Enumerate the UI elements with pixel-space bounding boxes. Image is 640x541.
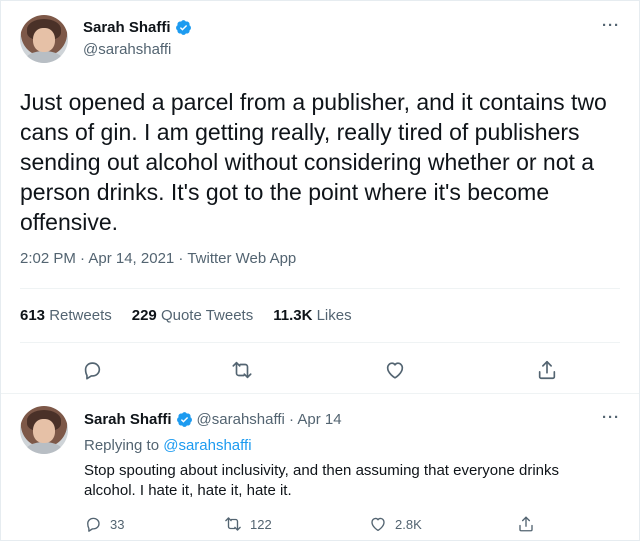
replying-to-handle[interactable]: @sarahshaffi — [163, 437, 251, 454]
share-icon[interactable] — [536, 359, 558, 381]
reply-header: Sarah Shaffi @sarahshaffi · Apr 14 — [84, 411, 342, 428]
reply-author-name[interactable]: Sarah Shaffi — [84, 411, 172, 428]
retweets-count: 613 — [20, 307, 46, 324]
retweet-icon — [225, 517, 241, 531]
tweet-stats: 613 Retweets 229 Quote Tweets 11.3K Like… — [20, 307, 352, 324]
divider — [20, 288, 620, 289]
reply-retweets-count: 122 — [250, 516, 272, 532]
reply-likes-count: 2.8K — [395, 516, 422, 532]
divider — [20, 342, 620, 343]
reply-share-button[interactable] — [517, 515, 535, 533]
replying-to-label: Replying to — [84, 437, 160, 454]
tweet-card: Sarah Shaffi @sarahshaffi ··· Just opene… — [0, 0, 640, 541]
retweets-stat[interactable]: 613 Retweets — [20, 307, 112, 324]
quote-tweets-label: Quote Tweets — [160, 307, 254, 324]
quote-tweets-stat[interactable]: 229 Quote Tweets — [132, 307, 253, 324]
reply-more-options-icon[interactable]: ··· — [602, 409, 620, 426]
likes-count: 11.3K — [273, 307, 313, 324]
retweets-label: Retweets — [49, 307, 112, 324]
likes-label: Likes — [316, 307, 352, 324]
tweet-text: Just opened a parcel from a publisher, a… — [20, 89, 607, 235]
reply-like-button[interactable]: 2.8K — [369, 515, 422, 533]
likes-stat[interactable]: 11.3K Likes — [273, 307, 351, 324]
divider — [1, 393, 639, 394]
author-name-row[interactable]: Sarah Shaffi — [83, 19, 192, 36]
reply-reply-button[interactable]: 33 — [84, 515, 124, 533]
reply-icon — [87, 517, 100, 532]
reply-icon[interactable] — [81, 359, 103, 381]
author-handle[interactable]: @sarahshaffi — [83, 41, 171, 58]
like-icon — [371, 517, 385, 532]
reply-replies-count: 33 — [110, 516, 125, 532]
tweet-timestamp[interactable]: 2:02 PM · Apr 14, 2021 · Twitter Web App — [20, 250, 296, 267]
retweet-icon[interactable] — [231, 359, 253, 381]
reply-handle-time[interactable]: @sarahshaffi · Apr 14 — [197, 411, 342, 428]
replying-to: Replying to @sarahshaffi — [84, 437, 252, 454]
reply-retweet-button[interactable]: 122 — [224, 515, 272, 533]
reply-author-avatar[interactable] — [20, 406, 68, 454]
more-options-icon[interactable]: ··· — [602, 17, 620, 34]
reply-text: Stop spouting about inclusivity, and the… — [84, 462, 560, 499]
quote-tweets-count: 229 — [131, 307, 157, 324]
verified-badge-icon — [175, 20, 191, 35]
like-icon[interactable] — [384, 359, 406, 381]
author-name[interactable]: Sarah Shaffi — [83, 19, 171, 36]
author-avatar[interactable] — [20, 15, 68, 63]
verified-badge-icon — [176, 412, 192, 427]
share-icon — [519, 516, 533, 532]
